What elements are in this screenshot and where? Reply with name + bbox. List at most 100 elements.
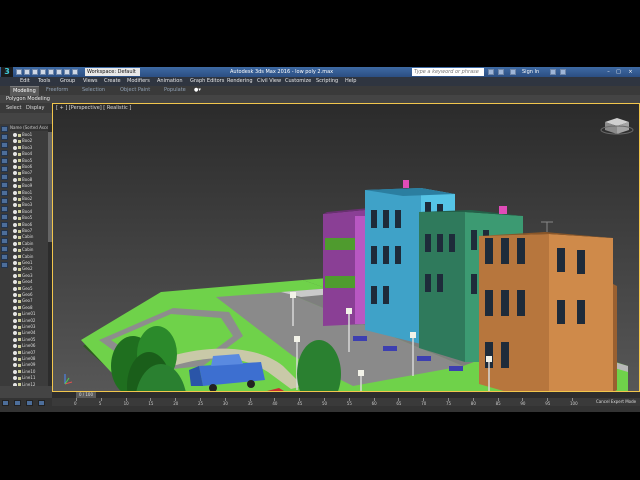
menu-edit[interactable]: Edit	[20, 77, 30, 86]
redo-icon[interactable]	[48, 69, 54, 75]
app-logo-icon[interactable]: 3	[1, 67, 13, 77]
list-item[interactable]: Boo5	[10, 215, 48, 221]
visibility-icon[interactable]	[13, 273, 17, 278]
visibility-icon[interactable]	[13, 165, 17, 169]
list-item[interactable]: Boo3	[10, 202, 48, 208]
display-influences-icon[interactable]	[1, 262, 8, 268]
ribbon-options-icon[interactable]: ●▾	[194, 86, 201, 95]
visibility-icon[interactable]	[13, 139, 17, 144]
menu-rendering[interactable]: Rendering	[227, 77, 253, 86]
menu-civil-view[interactable]: Civil View	[257, 77, 281, 86]
visibility-icon[interactable]	[13, 152, 17, 157]
scene-tab-select[interactable]: Select	[6, 103, 21, 113]
list-item[interactable]: Line05	[10, 337, 48, 343]
list-item[interactable]: Boo6	[10, 164, 48, 170]
list-item[interactable]: Line11	[10, 375, 48, 381]
list-item[interactable]: Cabin	[10, 234, 48, 240]
list-item[interactable]: Boo9	[10, 183, 48, 189]
visibility-icon[interactable]	[13, 171, 17, 176]
menu-animation[interactable]: Animation	[157, 77, 183, 86]
display-all-icon[interactable]	[1, 222, 8, 228]
visibility-icon[interactable]	[13, 190, 17, 195]
visibility-icon[interactable]	[13, 248, 17, 253]
visibility-icon[interactable]	[13, 331, 17, 336]
visibility-icon[interactable]	[13, 337, 17, 342]
visibility-icon[interactable]	[13, 235, 17, 240]
visibility-icon[interactable]	[13, 376, 17, 381]
maxscript-icon[interactable]	[2, 400, 9, 406]
menu-tools[interactable]: Tools	[38, 77, 50, 86]
list-item[interactable]: Boo5	[10, 158, 48, 164]
help-icon[interactable]	[560, 69, 566, 75]
invert-display-icon[interactable]	[1, 238, 8, 244]
list-item[interactable]: Line09	[10, 362, 48, 368]
list-item[interactable]: Boo4	[10, 209, 48, 215]
visibility-icon[interactable]	[13, 203, 17, 208]
menu-group[interactable]: Group	[60, 77, 75, 86]
menu-graph-editors[interactable]: Graph Editors	[190, 77, 224, 86]
filter-helpers-icon[interactable]	[1, 158, 8, 164]
visibility-icon[interactable]	[13, 229, 17, 233]
visibility-icon[interactable]	[13, 261, 17, 265]
list-item[interactable]: Cabin	[10, 247, 48, 253]
visibility-icon[interactable]	[13, 177, 17, 182]
list-item[interactable]: Boo3	[10, 145, 48, 151]
list-item[interactable]: Line01	[10, 311, 48, 317]
display-none-icon[interactable]	[1, 230, 8, 236]
list-item[interactable]: Line06	[10, 343, 48, 349]
visibility-icon[interactable]	[13, 350, 17, 355]
sync-selection-icon[interactable]	[1, 246, 8, 252]
filter-groups-icon[interactable]	[1, 174, 8, 180]
visibility-icon[interactable]	[13, 369, 17, 374]
list-item[interactable]: Geo6	[10, 292, 48, 298]
filter-bones-icon[interactable]	[1, 190, 8, 196]
list-item[interactable]: Boo6	[10, 222, 48, 228]
list-item[interactable]: Line12	[10, 382, 48, 386]
list-item[interactable]: Geo5	[10, 286, 48, 292]
list-item[interactable]: Cabin	[10, 241, 48, 247]
tab-object-paint[interactable]: Object Paint	[120, 86, 150, 95]
list-item[interactable]: Geo3	[10, 273, 48, 279]
project-folder-icon[interactable]	[56, 69, 62, 75]
lock-selection-icon[interactable]	[14, 400, 21, 406]
track-bar[interactable]: 0 5 10 15 20 25 30 35 40 45 50 55 60 65 70 75 80 85 90 95 10…	[52, 398, 640, 406]
list-item[interactable]: Line04	[10, 330, 48, 336]
tab-selection[interactable]: Selection	[82, 86, 105, 95]
list-item[interactable]: Boo1	[10, 132, 48, 138]
visibility-icon[interactable]	[13, 305, 17, 310]
workspace-dropdown[interactable]: Workspace: Default	[85, 68, 140, 76]
visibility-icon[interactable]	[13, 197, 17, 201]
list-item[interactable]: Geo1	[10, 260, 48, 266]
exchange-icon[interactable]	[550, 69, 556, 75]
toolbar-toggle-icon[interactable]	[64, 69, 70, 75]
maximize-button[interactable]: □	[614, 68, 623, 76]
menu-create[interactable]: Create	[104, 77, 121, 86]
selection-lock-icon[interactable]	[38, 400, 45, 406]
visibility-icon[interactable]	[13, 382, 17, 386]
visibility-icon[interactable]	[13, 254, 17, 259]
cancel-expert-mode-button[interactable]: Cancel Expert Mode	[596, 399, 636, 405]
visibility-icon[interactable]	[13, 299, 17, 304]
scene-list-header[interactable]: Name (Sorted Ascen	[10, 124, 48, 131]
sign-in-link[interactable]: Sign In	[522, 67, 539, 77]
tab-populate[interactable]: Populate	[164, 86, 186, 95]
list-item[interactable]: Geo4	[10, 279, 48, 285]
menu-customize[interactable]: Customize	[285, 77, 311, 86]
list-item[interactable]: Boo7	[10, 170, 48, 176]
list-item[interactable]: Line07	[10, 350, 48, 356]
tab-freeform[interactable]: Freeform	[46, 86, 68, 95]
visibility-icon[interactable]	[13, 145, 17, 150]
filter-lights-icon[interactable]	[1, 142, 8, 148]
menu-scripting[interactable]: Scripting	[316, 77, 338, 86]
open-file-icon[interactable]	[24, 69, 30, 75]
list-item[interactable]: Geo2	[10, 266, 48, 272]
list-item[interactable]: Boo4	[10, 151, 48, 157]
quick-access-dropdown-icon[interactable]	[72, 69, 78, 75]
filter-hidden-icon[interactable]	[1, 214, 8, 220]
list-item[interactable]: Boo1	[10, 190, 48, 196]
filter-xrefs-icon[interactable]	[1, 182, 8, 188]
menu-help[interactable]: Help	[345, 77, 356, 86]
list-item[interactable]: Cabin	[10, 254, 48, 260]
display-children-icon[interactable]	[1, 254, 8, 260]
list-item[interactable]: Line08	[10, 356, 48, 362]
